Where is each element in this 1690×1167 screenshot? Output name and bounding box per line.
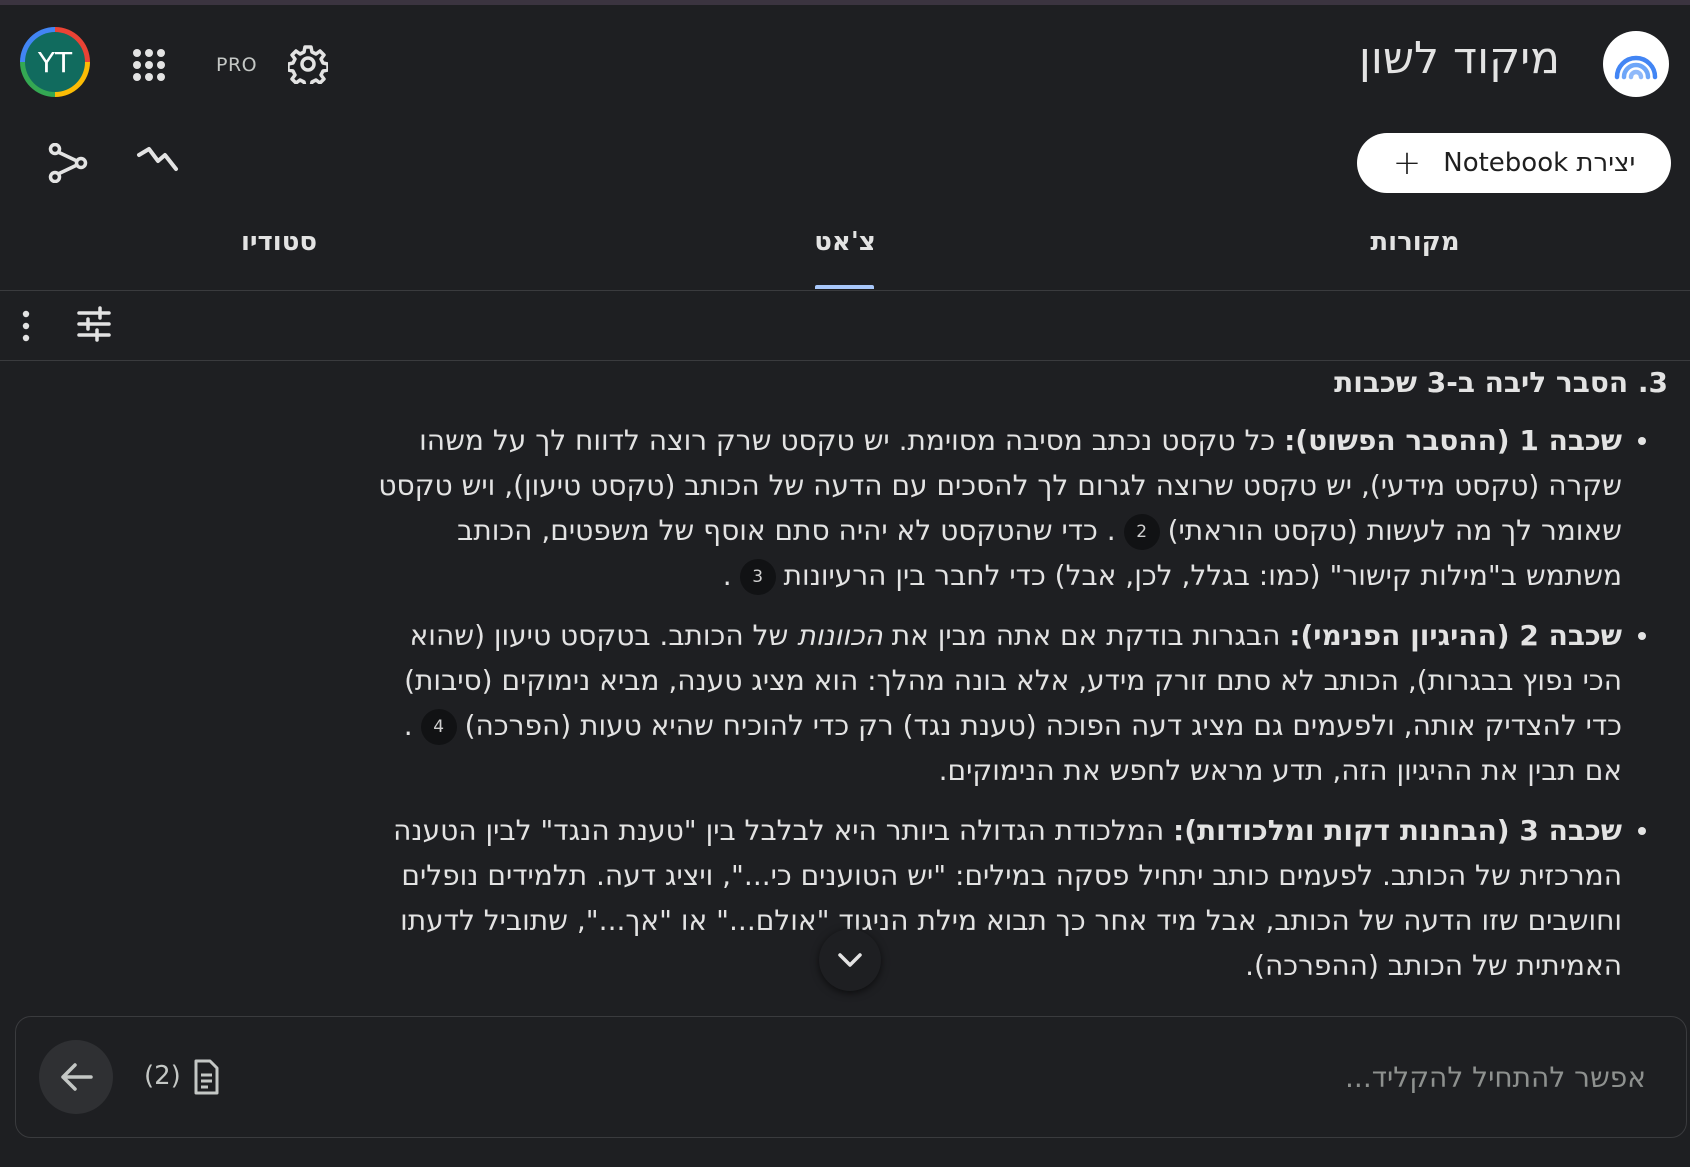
create-notebook-button[interactable]: יצירת Notebook + [1357, 133, 1671, 193]
active-tab-indicator [815, 285, 874, 289]
notebook-logo-icon [1603, 31, 1669, 97]
bullet-text: . [722, 559, 732, 592]
chat-composer: (2) [15, 1016, 1687, 1138]
send-button[interactable] [39, 1040, 113, 1114]
tab-chat[interactable]: צ'אט [814, 227, 876, 257]
tab-sources[interactable]: מקורות [1370, 227, 1459, 257]
share-icon[interactable] [48, 143, 88, 183]
bullet-list: שכבה 1 (ההסבר הפשוט): כל טקסט נכתב מסיבה… [370, 418, 1668, 988]
bullet-text: הבגרות בודקת אם אתה מבין את [882, 619, 1290, 652]
tab-studio[interactable]: סטודיו [241, 227, 317, 257]
list-item: שכבה 1 (ההסבר הפשוט): כל טקסט נכתב מסיבה… [370, 418, 1646, 598]
chat-input[interactable] [344, 1045, 1648, 1109]
citation-badge[interactable]: 4 [420, 709, 457, 745]
create-notebook-label: יצירת Notebook [1443, 148, 1636, 178]
account-avatar[interactable]: YT [20, 27, 90, 97]
arrow-left-icon [61, 1063, 93, 1091]
source-count: (2) [144, 1061, 181, 1091]
chevron-down-icon [838, 953, 862, 967]
window-top-bar [0, 0, 1690, 5]
apps-grid-icon[interactable] [132, 48, 166, 82]
list-item: שכבה 3 (הבחנות דקות ומלכודות): המלכודת ה… [370, 808, 1646, 988]
more-vertical-icon[interactable] [16, 308, 36, 344]
scroll-down-button[interactable] [819, 929, 881, 991]
source-document-icon[interactable] [190, 1059, 220, 1095]
citation-badge[interactable]: 2 [1123, 514, 1160, 550]
gear-icon[interactable] [288, 44, 328, 84]
list-item: שכבה 2 (ההיגיון הפנימי): הבגרות בודקת אם… [370, 613, 1646, 793]
notebook-title[interactable]: מיקוד לשון [1359, 33, 1560, 84]
plan-badge: PRO [216, 54, 258, 76]
analytics-icon[interactable] [136, 145, 180, 181]
bullet-title: שכבה 3 (הבחנות דקות ומלכודות): [1173, 814, 1622, 847]
plus-icon: + [1392, 143, 1422, 183]
chat-toolbar [0, 290, 1690, 361]
emphasized-word: הכוונות [797, 619, 883, 652]
chat-response: 3. הסבר ליבה ב-3 שכבות שכבה 1 (ההסבר הפש… [370, 362, 1668, 994]
avatar-initials: YT [25, 32, 85, 92]
tune-settings-icon[interactable] [77, 306, 111, 342]
tab-bar: מקורות צ'אט סטודיו [0, 215, 1690, 291]
section-heading: 3. הסבר ליבה ב-3 שכבות [1334, 366, 1668, 399]
bullet-title: שכבה 1 (ההסבר הפשוט): [1284, 424, 1622, 457]
citation-badge[interactable]: 3 [739, 559, 776, 595]
bullet-title: שכבה 2 (ההיגיון הפנימי): [1289, 619, 1622, 652]
